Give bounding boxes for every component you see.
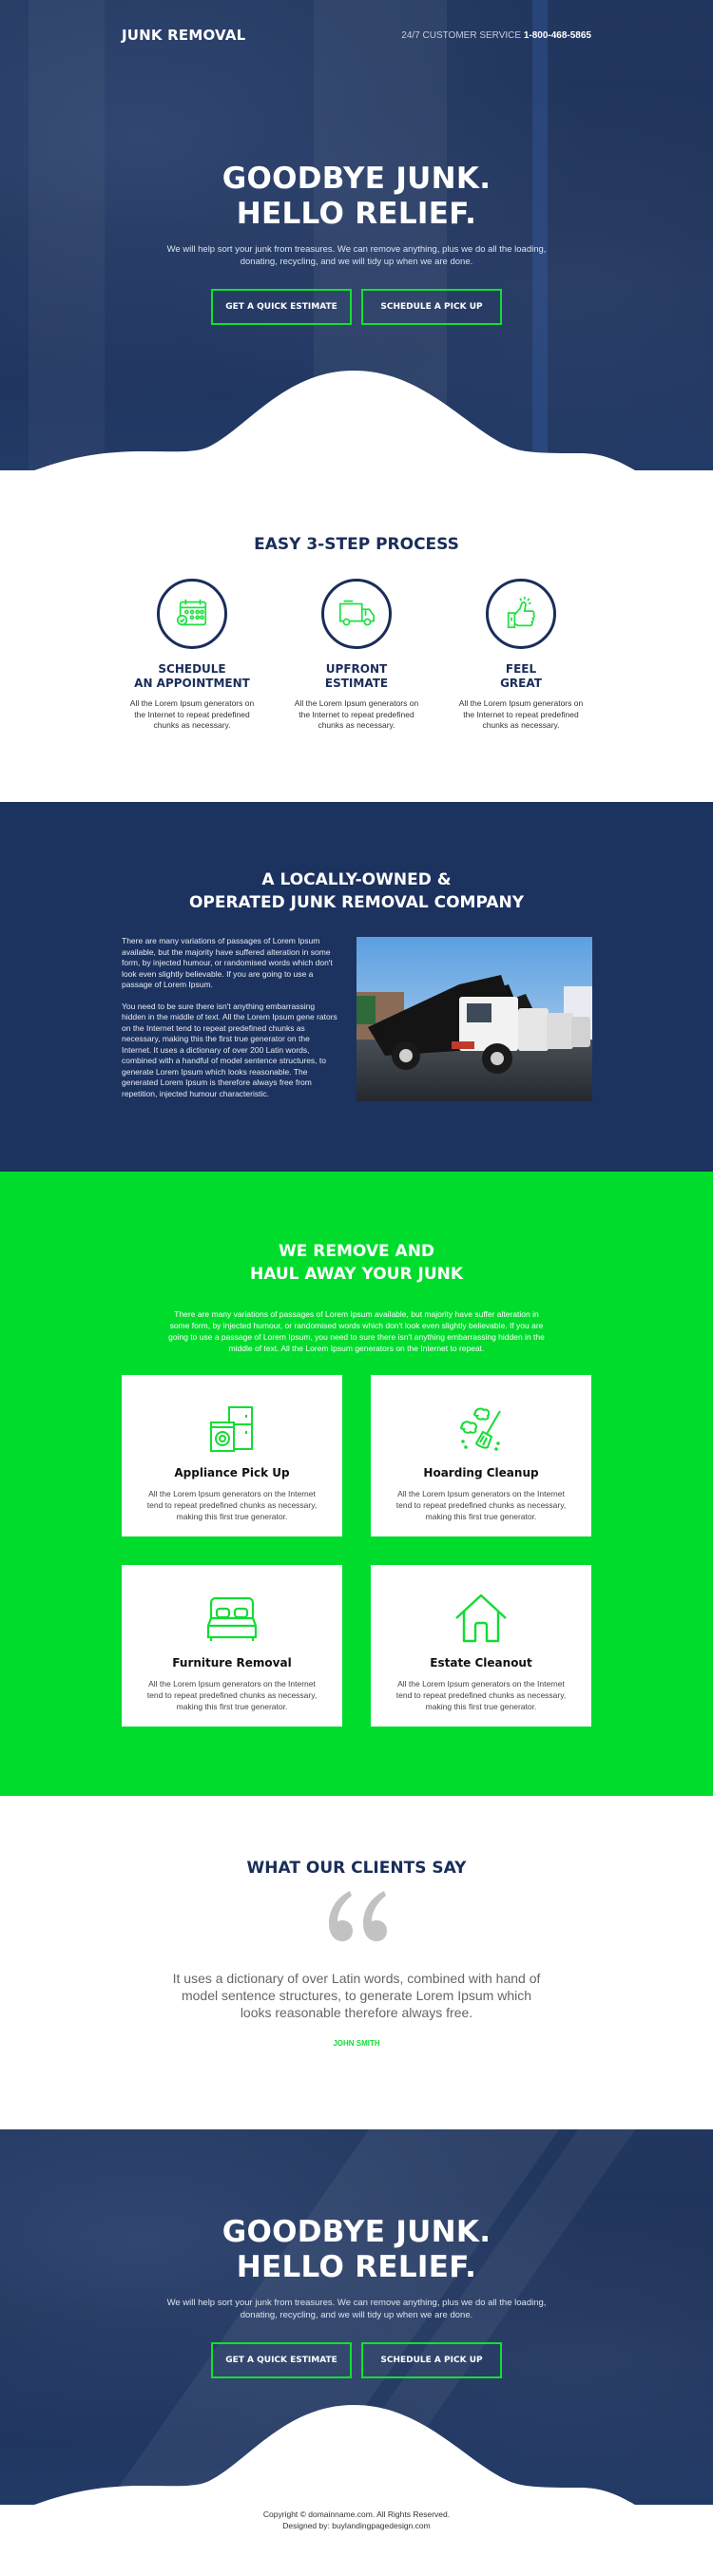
footer: Copyright © domainname.com. All Rights R…	[0, 2505, 713, 2576]
service-card-text: All the Lorem Ipsum generators on the In…	[146, 1489, 318, 1521]
testimonial-quote: It uses a dictionary of over Latin words…	[172, 1971, 541, 2020]
icon-wrap	[122, 1586, 342, 1643]
schedule-pickup-button[interactable]: SCHEDULE A PICK UP	[361, 2342, 502, 2378]
phone-number[interactable]: 1-800-468-5865	[524, 30, 591, 41]
about-paragraph: There are many variations of passages of…	[122, 936, 333, 989]
services-title-line1: WE REMOVE AND	[278, 1242, 435, 1261]
thumbs-up-icon	[507, 596, 535, 629]
schedule-pickup-button[interactable]: SCHEDULE A PICK UP	[361, 289, 502, 325]
step-text: All the Lorem Ipsum generators on the In…	[294, 698, 419, 730]
quote-icon	[329, 1891, 387, 1941]
step-title-line1: FEEL	[505, 662, 537, 676]
hero-title: GOODBYE JUNK. HELLO RELIEF.	[0, 2215, 713, 2285]
testimonial-author: JOHN SMITH	[333, 2039, 380, 2048]
quick-estimate-button[interactable]: GET A QUICK ESTIMATE	[211, 289, 352, 325]
hero-title-line2: HELLO RELIEF.	[236, 197, 477, 231]
process-step: SCHEDULE AN APPOINTMENT All the Lorem Ip…	[121, 579, 263, 732]
about-title: A LOCALLY-OWNED & OPERATED JUNK REMOVAL …	[0, 868, 713, 914]
appliance-icon	[210, 1406, 253, 1452]
process-step: UPFRONT ESTIMATE All the Lorem Ipsum gen…	[285, 579, 428, 732]
hero-title-line1: GOODBYE JUNK.	[222, 2215, 491, 2249]
step-icon-circle	[321, 579, 392, 649]
service-card-text: All the Lorem Ipsum generators on the In…	[146, 1679, 318, 1711]
top-bar: JUNK REMOVAL 24/7 CUSTOMER SERVICE 1-800…	[122, 27, 591, 44]
service-card-text: All the Lorem Ipsum generators on the In…	[395, 1679, 567, 1711]
hero-title: GOODBYE JUNK. HELLO RELIEF.	[0, 162, 713, 232]
step-title-line1: SCHEDULE	[158, 662, 226, 676]
process-title: EASY 3-STEP PROCESS	[254, 535, 459, 554]
hero-subtitle: We will help sort your junk from treasur…	[166, 244, 547, 267]
service-card[interactable]: Estate Cleanout All the Lorem Ipsum gene…	[371, 1565, 591, 1727]
service-card-title: Hoarding Cleanup	[423, 1466, 539, 1479]
testimonials-title: WHAT OUR CLIENTS SAY	[246, 1859, 467, 1878]
step-icon-circle	[486, 579, 556, 649]
services-title: WE REMOVE AND HAUL AWAY YOUR JUNK	[0, 1240, 713, 1286]
wave-divider	[0, 2405, 713, 2505]
service-label: 24/7 CUSTOMER SERVICE	[401, 29, 522, 41]
service-card[interactable]: Furniture Removal All the Lorem Ipsum ge…	[122, 1565, 342, 1727]
step-title: SCHEDULE AN APPOINTMENT	[121, 662, 263, 691]
broom-icon	[459, 1407, 501, 1451]
icon-wrap	[371, 1396, 591, 1453]
service-card-title: Appliance Pick Up	[174, 1466, 290, 1479]
about-paragraph: You need to be sure there isn't anything…	[122, 1001, 337, 1098]
wave-divider	[0, 371, 713, 470]
service-card-title: Furniture Removal	[172, 1656, 292, 1670]
services-section: WE REMOVE AND HAUL AWAY YOUR JUNK There …	[0, 1172, 713, 1796]
service-card-text: All the Lorem Ipsum generators on the In…	[395, 1489, 567, 1521]
hero-subtitle: We will help sort your junk from treasur…	[166, 2298, 547, 2320]
bed-icon	[206, 1596, 258, 1641]
customer-service: 24/7 CUSTOMER SERVICE 1-800-468-5865	[401, 30, 591, 41]
house-icon	[455, 1593, 507, 1643]
service-card[interactable]: Appliance Pick Up All the Lorem Ipsum ge…	[122, 1375, 342, 1536]
step-title-line1: UPFRONT	[325, 662, 388, 676]
quick-estimate-button[interactable]: GET A QUICK ESTIMATE	[211, 2342, 352, 2378]
icon-wrap	[371, 1586, 591, 1643]
services-title-line2: HAUL AWAY YOUR JUNK	[249, 1265, 464, 1284]
step-icon-circle	[157, 579, 227, 649]
designed-by-text[interactable]: Designed by: buylandingpagedesign.com	[0, 2520, 713, 2531]
hero-title-line2: HELLO RELIEF.	[236, 2250, 477, 2284]
step-title-line2: GREAT	[500, 677, 542, 690]
footer-inner: Copyright © domainname.com. All Rights R…	[0, 2509, 713, 2531]
step-title-line2: AN APPOINTMENT	[134, 677, 250, 690]
truck-photo-illustration	[356, 937, 592, 1101]
step-title: UPFRONT ESTIMATE	[285, 662, 428, 691]
truck-icon	[338, 600, 375, 626]
step-title-line2: ESTIMATE	[324, 677, 389, 690]
step-text: All the Lorem Ipsum generators on the In…	[458, 698, 584, 730]
step-title: FEEL GREAT	[450, 662, 592, 691]
hero-buttons: GET A QUICK ESTIMATE SCHEDULE A PICK UP	[0, 289, 713, 325]
service-card[interactable]: Hoarding Cleanup All the Lorem Ipsum gen…	[371, 1375, 591, 1536]
service-card-title: Estate Cleanout	[430, 1656, 532, 1670]
logo[interactable]: JUNK REMOVAL	[122, 27, 245, 44]
dump-trucks-photo	[356, 937, 592, 1101]
hero-section: JUNK REMOVAL 24/7 CUSTOMER SERVICE 1-800…	[0, 0, 713, 470]
calendar-check-icon	[176, 599, 207, 626]
process-section: EASY 3-STEP PROCESS SCHEDULE AN APPOINTM…	[0, 470, 713, 802]
step-text: All the Lorem Ipsum generators on the In…	[129, 698, 255, 730]
about-title-line2: OPERATED JUNK REMOVAL COMPANY	[188, 893, 525, 912]
services-intro: There are many variations of passages of…	[168, 1309, 545, 1353]
hero-title-line1: GOODBYE JUNK.	[222, 162, 491, 196]
about-text: There are many variations of passages of…	[122, 936, 338, 1099]
icon-wrap	[122, 1396, 342, 1453]
testimonials-section: WHAT OUR CLIENTS SAY It uses a dictionar…	[0, 1796, 713, 2129]
hero-section-bottom: GOODBYE JUNK. HELLO RELIEF. We will help…	[0, 2129, 713, 2505]
copyright-text: Copyright © domainname.com. All Rights R…	[262, 2509, 451, 2519]
process-step: FEEL GREAT All the Lorem Ipsum generator…	[450, 579, 592, 732]
about-title-line1: A LOCALLY-OWNED &	[261, 870, 452, 889]
hero-buttons: GET A QUICK ESTIMATE SCHEDULE A PICK UP	[0, 2342, 713, 2378]
about-section: A LOCALLY-OWNED & OPERATED JUNK REMOVAL …	[0, 802, 713, 1172]
quote-wrap	[0, 1889, 713, 1949]
